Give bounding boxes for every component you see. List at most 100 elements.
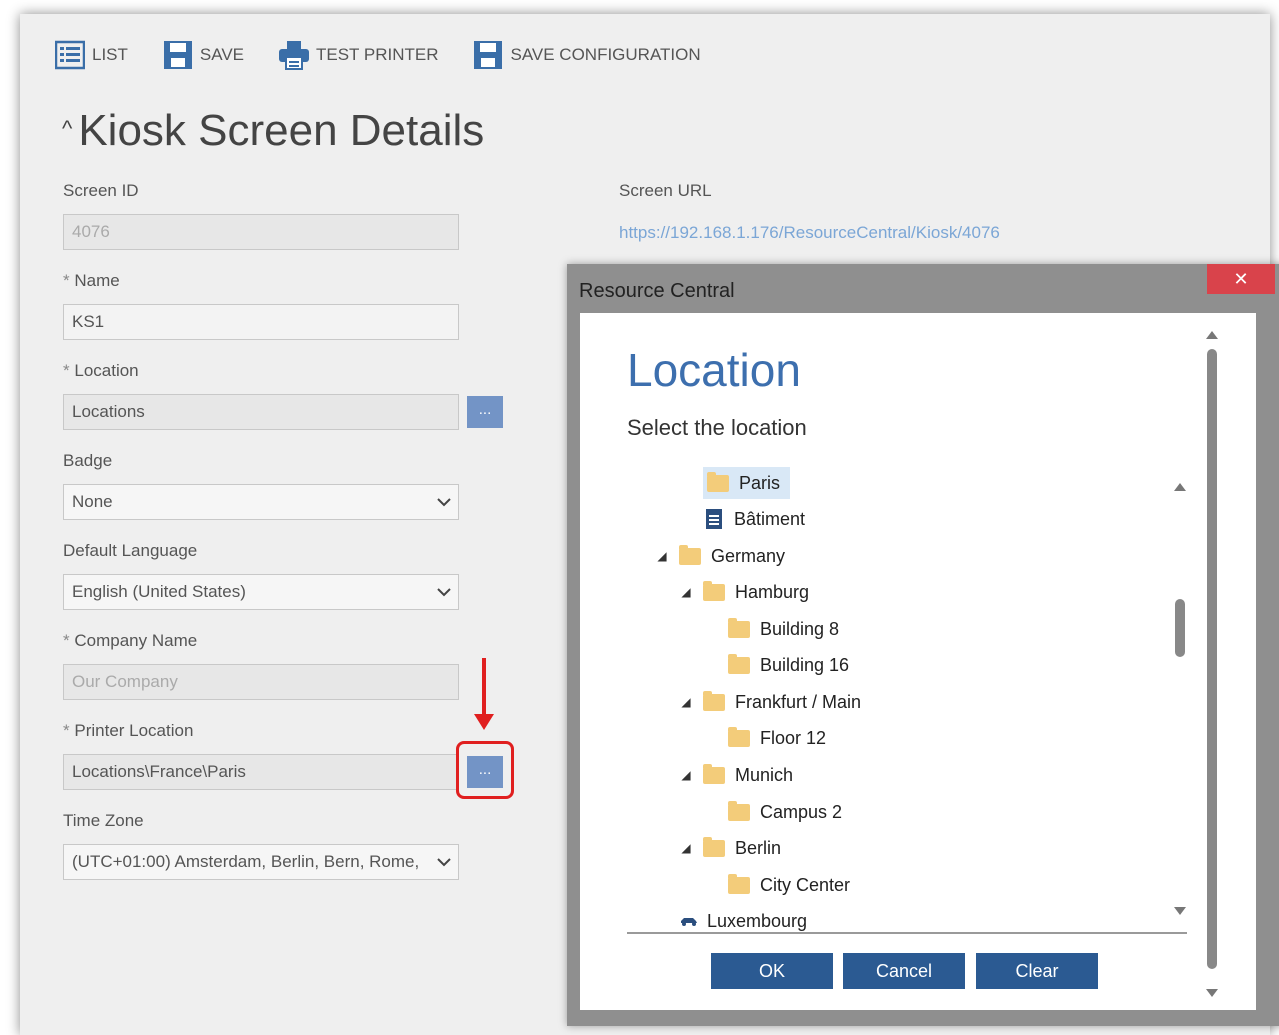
annotation-arrow-head <box>474 714 494 730</box>
tree-item-building-8[interactable]: Building 8 <box>728 613 839 645</box>
printer-location-label: * Printer Location <box>63 721 193 741</box>
close-button[interactable]: ✕ <box>1207 264 1275 294</box>
required-mark: * <box>63 631 70 650</box>
name-field[interactable]: KS1 <box>63 304 459 340</box>
save-configuration-icon <box>472 39 504 71</box>
tree-item-luxembourg[interactable]: Luxembourg <box>679 905 807 931</box>
tree-item-label: Berlin <box>735 837 782 858</box>
folder-icon <box>703 690 725 711</box>
screen-id-label: Screen ID <box>63 181 139 200</box>
company-name-label-text: Company Name <box>74 631 198 650</box>
page-title: ^ Kiosk Screen Details <box>62 106 484 156</box>
cancel-button[interactable]: Cancel <box>843 953 965 989</box>
tree-item-label: Germany <box>711 545 786 566</box>
expand-icon[interactable]: ◢ <box>679 695 693 709</box>
folder-icon <box>703 836 725 857</box>
tree-item-floor-12[interactable]: Floor 12 <box>728 722 826 754</box>
expand-icon[interactable]: ◢ <box>679 585 693 599</box>
required-mark: * <box>63 721 70 740</box>
save-configuration-button[interactable]: SAVE CONFIGURATION <box>472 39 701 71</box>
location-tree: Paris Bâtiment ◢ Germany ◢ Hamburg Build… <box>627 465 1187 931</box>
scroll-down-icon[interactable] <box>1174 907 1186 915</box>
default-language-select[interactable]: English (United States) <box>63 574 459 610</box>
tree-item-paris[interactable]: Paris <box>703 467 791 499</box>
tree-item-building-16[interactable]: Building 16 <box>728 649 849 681</box>
badge-value: None <box>72 492 113 511</box>
collapse-icon[interactable]: ^ <box>62 116 72 142</box>
company-name-label: * Company Name <box>63 631 197 651</box>
document-icon <box>706 509 722 529</box>
tree-item-berlin[interactable]: ◢ Berlin <box>679 832 781 864</box>
default-language-value: English (United States) <box>72 582 246 601</box>
scroll-down-icon[interactable] <box>1206 989 1218 997</box>
dialog-title: Resource Central <box>579 280 735 302</box>
folder-icon <box>703 580 725 601</box>
save-icon <box>162 39 194 71</box>
annotation-arrow <box>482 658 486 718</box>
tree-divider <box>627 932 1187 934</box>
tree-item-label: Munich <box>735 764 794 785</box>
folder-icon <box>728 873 750 894</box>
tree-item-label: Floor 12 <box>760 727 827 748</box>
folder-icon <box>679 544 701 565</box>
expand-icon[interactable]: ◢ <box>655 549 669 563</box>
location-browse-button[interactable]: ... <box>467 396 503 428</box>
time-zone-value: (UTC+01:00) Amsterdam, Berlin, Bern, Rom… <box>72 852 420 871</box>
tree-item-label: Frankfurt / Main <box>735 691 862 712</box>
scroll-up-icon[interactable] <box>1174 483 1186 491</box>
toolbar: LIST SAVE TEST PRINTER SAVE CONFIGURATIO… <box>54 38 735 72</box>
expand-icon[interactable]: ◢ <box>679 768 693 782</box>
folder-icon <box>707 471 729 492</box>
tree-scrollbar[interactable] <box>1172 465 1188 931</box>
kiosk-screen-page: LIST SAVE TEST PRINTER SAVE CONFIGURATIO… <box>20 14 1279 1035</box>
tree-scroll-thumb[interactable] <box>1175 599 1185 657</box>
tree-item-germany[interactable]: ◢ Germany <box>655 540 785 572</box>
default-language-label: Default Language <box>63 541 198 560</box>
time-zone-label: Time Zone <box>63 811 144 830</box>
folder-icon <box>728 617 750 638</box>
screen-url-link[interactable]: https://192.168.1.176/ResourceCentral/Ki… <box>619 223 1000 243</box>
expand-icon[interactable]: ◢ <box>679 841 693 855</box>
dialog-heading: Location <box>627 344 801 396</box>
location-label-text: Location <box>74 361 139 380</box>
clear-button[interactable]: Clear <box>976 953 1098 989</box>
dialog-body: Location Select the location Paris Bâtim… <box>580 313 1256 1010</box>
list-button[interactable]: LIST <box>54 39 128 71</box>
tree-item-label: Bâtiment <box>734 508 806 529</box>
tree-item-label: Hamburg <box>735 581 810 602</box>
name-label-text: Name <box>74 271 120 290</box>
tree-item-label: Building 16 <box>760 654 850 675</box>
close-icon: ✕ <box>1233 269 1249 289</box>
save-label: SAVE <box>199 45 244 64</box>
required-mark: * <box>63 361 70 380</box>
save-button[interactable]: SAVE <box>162 39 244 71</box>
tree-item-hamburg[interactable]: ◢ Hamburg <box>679 576 809 608</box>
printer-location-field: Locations\France\Paris <box>63 754 459 790</box>
screen-url-label: Screen URL <box>619 181 712 200</box>
badge-select[interactable]: None <box>63 484 459 520</box>
time-zone-select[interactable]: (UTC+01:00) Amsterdam, Berlin, Bern, Rom… <box>63 844 459 880</box>
dialog-scroll-thumb[interactable] <box>1207 349 1217 969</box>
tree-item-frankfurt[interactable]: ◢ Frankfurt / Main <box>679 686 861 718</box>
dialog-scrollbar[interactable] <box>1204 325 1220 1005</box>
chevron-down-icon <box>436 492 452 512</box>
screen-id-field: 4076 <box>63 214 459 250</box>
company-name-field[interactable]: Our Company <box>63 664 459 700</box>
tree-item-city-center[interactable]: City Center <box>728 869 850 901</box>
car-icon <box>679 913 699 929</box>
page-title-text: Kiosk Screen Details <box>78 106 485 155</box>
test-printer-button[interactable]: TEST PRINTER <box>278 39 438 71</box>
tree-item-munich[interactable]: ◢ Munich <box>679 759 793 791</box>
ok-button[interactable]: OK <box>711 953 833 989</box>
folder-icon <box>728 800 750 821</box>
annotation-highlight-box <box>456 741 514 799</box>
folder-icon <box>728 653 750 674</box>
tree-item-campus-2[interactable]: Campus 2 <box>728 796 842 828</box>
badge-label: Badge <box>63 451 113 470</box>
scroll-up-icon[interactable] <box>1206 331 1218 339</box>
tree-item-batiment[interactable]: Bâtiment <box>703 503 805 535</box>
list-icon <box>54 39 86 71</box>
test-printer-label: TEST PRINTER <box>316 45 439 64</box>
list-label: LIST <box>92 45 128 64</box>
chevron-down-icon <box>436 582 452 602</box>
